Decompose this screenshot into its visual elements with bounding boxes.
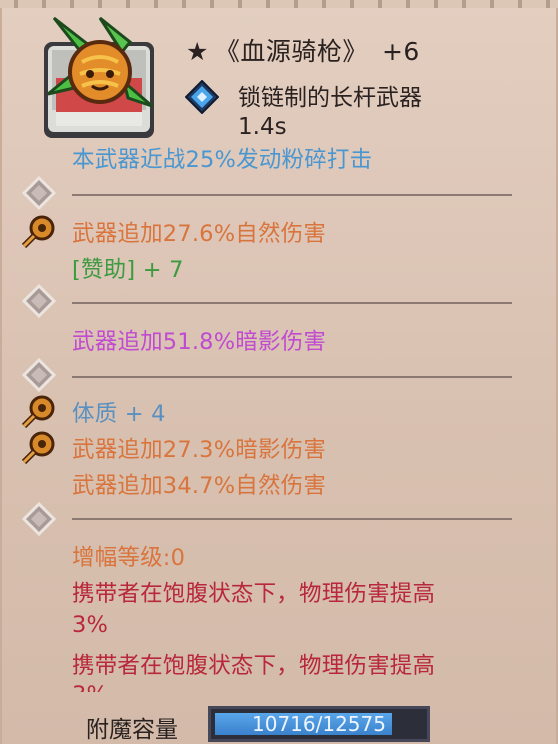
weapon-type: 锁链制的长杆武器: [238, 85, 422, 111]
tooltip-top-trim: [0, 0, 558, 8]
stat-natural-damage-2: 武器追加34.7%自然伤害: [72, 473, 327, 499]
satiety-bonus-2: 携带者在饱腹状态下，物理伤害提高: [72, 653, 436, 679]
divider: [72, 376, 512, 378]
weapon-title: ★ 《血源骑枪》 +6: [186, 32, 420, 68]
stat-constitution: 体质 + 4: [72, 401, 166, 427]
amplify-level: 增幅等级:0: [72, 545, 186, 571]
attack-speed: 1.4s: [238, 114, 287, 140]
enchant-capacity-label: 附魔容量: [86, 717, 178, 743]
stat-sponsor: [赞助] + 7: [72, 257, 184, 283]
blue-gem-icon: [185, 80, 219, 114]
stat-shadow-damage-2: 武器追加27.3%暗影伤害: [72, 437, 327, 463]
diamond-slot-icon: [22, 176, 56, 210]
star-icon: ★: [186, 37, 209, 66]
stat-shadow-damage-1: 武器追加51.8%暗影伤害: [72, 329, 327, 355]
enchant-capacity-bar: 10716/12575: [208, 706, 430, 742]
enchant-capacity-value: 10716/12575: [252, 712, 386, 736]
orange-rune-icon: [21, 431, 55, 465]
weapon-level: +6: [381, 37, 420, 66]
pumpkin-weapon-icon: [44, 16, 154, 138]
diamond-slot-icon: [22, 358, 56, 392]
stat-line-partial: 本武器近战25%发动粉碎打击: [72, 147, 373, 173]
diamond-slot-icon: [22, 502, 56, 536]
diamond-slot-icon: [22, 284, 56, 318]
orange-rune-icon: [21, 395, 55, 429]
satiety-bonus-1-value: 3%: [72, 612, 109, 638]
stats-scroll-area[interactable]: 本武器近战25%发动粉碎打击 武器追加27.6%自然伤害 [赞助] + 7 武器…: [0, 146, 558, 692]
divider: [72, 518, 512, 520]
weapon-name: 《血源骑枪》: [214, 37, 368, 66]
satiety-bonus-2-value: 3%: [72, 682, 108, 692]
divider: [72, 194, 512, 196]
stat-natural-damage-1: 武器追加27.6%自然伤害: [72, 221, 327, 247]
orange-rune-icon: [21, 215, 55, 249]
divider: [72, 302, 512, 304]
satiety-bonus-1: 携带者在饱腹状态下，物理伤害提高: [72, 581, 436, 607]
